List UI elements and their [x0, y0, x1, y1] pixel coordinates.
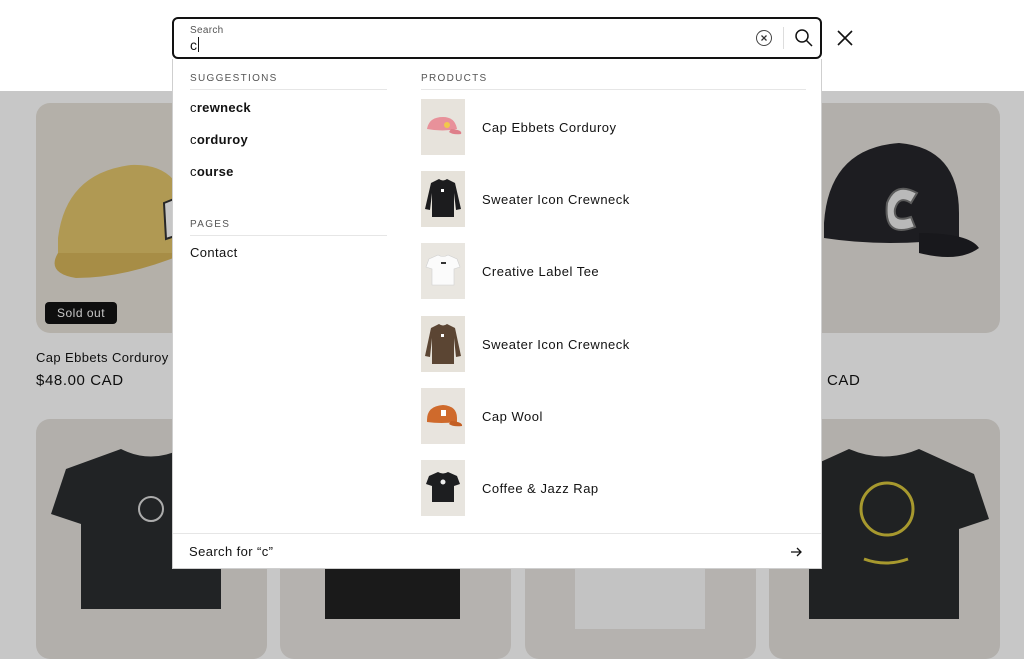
- products-heading: PRODUCTS: [421, 73, 488, 84]
- suggestion-item[interactable]: course: [190, 164, 234, 179]
- product-name: Cap Wool: [482, 409, 543, 424]
- black-sweater-image: [425, 179, 461, 217]
- search-input[interactable]: c: [190, 37, 199, 53]
- products-divider: [421, 89, 806, 90]
- product-thumbnail: [421, 171, 465, 227]
- product-result[interactable]: Creative Label Tee: [421, 243, 811, 301]
- product-thumbnail: [421, 388, 465, 444]
- search-submit-button[interactable]: [793, 27, 815, 49]
- close-search-button[interactable]: [834, 27, 856, 49]
- pages-heading: PAGES: [190, 219, 231, 230]
- suggestions-divider: [190, 89, 387, 90]
- magnifier-icon: [795, 29, 813, 47]
- white-tee-image: [425, 254, 461, 286]
- search-input-container[interactable]: Search c: [172, 17, 822, 59]
- product-thumbnail: [421, 99, 465, 155]
- product-name: Cap Ebbets Corduroy: [482, 120, 617, 135]
- product-thumbnail: [421, 460, 465, 516]
- suggestion-item[interactable]: crewneck: [190, 100, 251, 115]
- predictive-search-dropdown: SUGGESTIONS crewneck corduroy course PAG…: [172, 59, 822, 569]
- clear-search-button[interactable]: [756, 30, 772, 46]
- text-caret: [198, 37, 199, 52]
- product-result[interactable]: Coffee & Jazz Rap: [421, 460, 811, 518]
- page-link-contact[interactable]: Contact: [190, 245, 238, 260]
- product-name: Sweater Icon Crewneck: [482, 337, 630, 352]
- product-name: Coffee & Jazz Rap: [482, 481, 599, 496]
- search-for-label: Search for “c”: [189, 544, 274, 559]
- suggestion-prefix: c: [190, 132, 197, 147]
- product-name: Sweater Icon Crewneck: [482, 192, 630, 207]
- product-result[interactable]: Cap Wool: [421, 388, 811, 446]
- product-thumbnail: [421, 243, 465, 299]
- search-label: Search: [190, 25, 224, 36]
- pages-divider: [190, 235, 387, 236]
- suggestion-rest: ourse: [196, 164, 234, 179]
- orange-cap-image: [427, 405, 463, 427]
- search-input-value: c: [190, 37, 197, 53]
- suggestion-item[interactable]: corduroy: [190, 132, 248, 147]
- black-tee-image: [426, 472, 460, 502]
- arrow-right-icon: [791, 547, 802, 557]
- suggestion-prefix: c: [190, 100, 197, 115]
- product-result[interactable]: Sweater Icon Crewneck: [421, 316, 811, 374]
- suggestion-prefix: c: [190, 164, 197, 179]
- product-result[interactable]: Sweater Icon Crewneck: [421, 171, 811, 229]
- product-result[interactable]: Cap Ebbets Corduroy: [421, 99, 811, 157]
- pink-cap-image: [427, 117, 462, 135]
- suggestions-heading: SUGGESTIONS: [190, 73, 278, 84]
- close-x-icon: [837, 30, 853, 46]
- clear-circle-icon: [761, 35, 767, 41]
- suggestion-rest: orduroy: [196, 132, 249, 147]
- suggestion-rest: rewneck: [196, 100, 251, 115]
- search-for-button[interactable]: Search for “c”: [173, 533, 821, 569]
- product-thumbnail: [421, 316, 465, 372]
- search-divider: [783, 27, 784, 49]
- product-name: Creative Label Tee: [482, 264, 600, 279]
- brown-sweater-image: [425, 324, 461, 364]
